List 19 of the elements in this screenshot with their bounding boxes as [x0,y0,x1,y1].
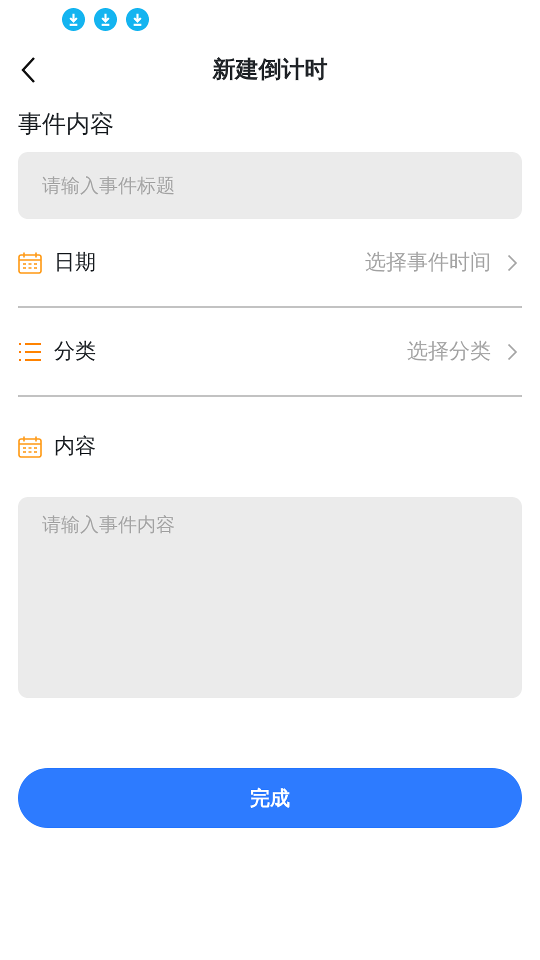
field-label: 内容 [54,433,96,460]
download-icon [94,8,117,30]
page-title: 新建倒计时 [212,56,328,85]
download-icon [126,8,149,30]
back-icon[interactable] [20,56,36,84]
date-picker[interactable]: 选择事件时间 [365,246,491,278]
category-picker[interactable]: 选择分类 [407,336,491,368]
title-input-field[interactable]: 请输入事件标题 [18,152,522,219]
field-label: 分类 [54,338,96,365]
chevron-icon [507,254,518,272]
content-input-field[interactable]: 请输入事件内容 [18,497,522,698]
list-icon [18,342,42,362]
calendar-icon [18,252,42,274]
field-label: 日期 [54,248,96,276]
section-title: 事件内容 [18,109,115,140]
done-button[interactable]: 完成 [18,768,522,828]
chevron-icon [507,342,518,360]
download-icon [62,8,85,30]
calendar-icon [18,436,42,458]
